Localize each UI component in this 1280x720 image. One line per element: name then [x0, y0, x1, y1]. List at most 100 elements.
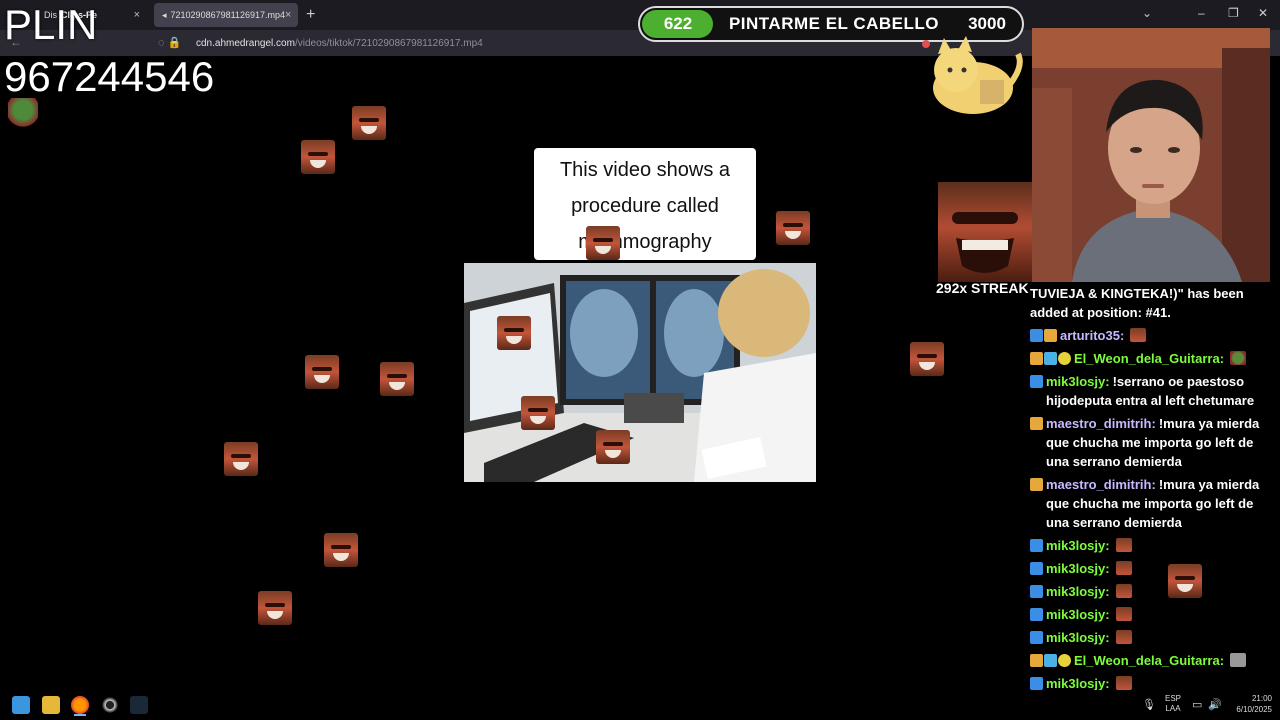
- goal-target: 3000: [968, 14, 1006, 33]
- prime-badge-icon: [1030, 585, 1043, 598]
- chat-message: mik3losjy: !serrano oe paestoso hijodeput…: [1030, 372, 1280, 410]
- maximize-icon[interactable]: ❐: [1228, 6, 1239, 20]
- new-tab-button[interactable]: +: [306, 6, 315, 24]
- chat-username[interactable]: maestro_dimitrih:: [1046, 477, 1156, 492]
- chat-username[interactable]: mik3losjy:: [1046, 630, 1110, 645]
- chat-username[interactable]: mik3losjy:: [1046, 538, 1110, 553]
- laughing-emote-icon: [1115, 607, 1132, 621]
- chat-username[interactable]: mik3losjy:: [1046, 676, 1110, 691]
- caption-line-1: This video shows a: [559, 159, 731, 181]
- chat-badges: [1030, 677, 1043, 690]
- close-window-icon[interactable]: ✕: [1258, 6, 1268, 20]
- big-emote-image: [938, 182, 1032, 282]
- goal-current: 622: [663, 14, 693, 33]
- chat-username[interactable]: mik3losjy:: [1046, 607, 1110, 622]
- video-frame[interactable]: [464, 263, 816, 482]
- crown-badge-icon: [1030, 417, 1043, 430]
- obs-icon[interactable]: [101, 696, 119, 714]
- emote-sticker: [324, 533, 358, 567]
- windows-start-icon[interactable]: [12, 696, 30, 714]
- chat-badges: [1030, 417, 1043, 430]
- video-scene: [464, 263, 816, 482]
- chat-text: TUVIEJA & KINGTEKA!)" has been added at …: [1030, 286, 1244, 320]
- chat-message: maestro_dimitrih: !mura ya mierda que chu…: [1030, 414, 1280, 471]
- emote-sticker: [301, 140, 335, 174]
- tab-video[interactable]: ◂ 7210290867981126917.mp4 ×: [154, 3, 298, 27]
- chat-username[interactable]: mik3losjy:: [1046, 584, 1110, 599]
- monitor-icon[interactable]: ▭: [1192, 698, 1202, 711]
- speaker-icon: ◂: [162, 9, 167, 20]
- crown-badge-icon: [1030, 654, 1043, 667]
- chat-message: mik3losjy:: [1030, 536, 1280, 555]
- chat-message-body: maestro_dimitrih: !mura ya mierda que chu…: [1046, 475, 1280, 532]
- laughing-emote-icon: [1115, 584, 1132, 598]
- chat-message: El_Weon_dela_Guitarra:: [1030, 349, 1280, 368]
- taskbar: [0, 690, 1280, 720]
- streak-label: 292x STREAK: [936, 280, 1029, 296]
- microphone-icon[interactable]: 🎙: [1142, 698, 1156, 711]
- laughing-emote-icon: [1115, 561, 1132, 575]
- chat-message: maestro_dimitrih: !mura ya mierda que chu…: [1030, 475, 1280, 532]
- url-domain: cdn.ahmedrangel.com: [196, 38, 295, 49]
- prime-badge-icon: [1030, 608, 1043, 621]
- chat-badges: [1030, 631, 1043, 644]
- webcam-scene: [1032, 28, 1270, 282]
- chat-badges: [1030, 585, 1043, 598]
- clock-time: 21:00: [1251, 694, 1272, 703]
- tab-close-icon[interactable]: ×: [285, 9, 291, 21]
- chat-message: TUVIEJA & KINGTEKA!)" has been added at …: [1030, 284, 1280, 322]
- chat-message-body: El_Weon_dela_Guitarra:: [1074, 651, 1247, 670]
- laughing-face-icon: [952, 212, 1018, 273]
- chat-badges: [1030, 352, 1071, 365]
- shield-lock-icon[interactable]: ◌ 🔒: [158, 36, 181, 49]
- chat-panel: TUVIEJA & KINGTEKA!)" has been added at …: [1030, 284, 1280, 720]
- gift-badge-icon: [1044, 654, 1057, 667]
- crown-badge-icon: [1030, 478, 1043, 491]
- emote-sticker: [776, 211, 810, 245]
- chat-username[interactable]: arturito35:: [1060, 328, 1124, 343]
- laughing-emote-icon: [1115, 676, 1132, 690]
- emote-sticker: [258, 591, 292, 625]
- tab-close-icon[interactable]: ×: [134, 9, 140, 21]
- steam-icon[interactable]: [130, 696, 148, 714]
- prime-badge-icon: [1030, 329, 1043, 342]
- chat-message-body: arturito35:: [1060, 326, 1147, 345]
- chat-username[interactable]: mik3losjy:: [1046, 561, 1110, 576]
- chat-message: mik3losjy:: [1030, 628, 1280, 647]
- chat-message-body: El_Weon_dela_Guitarra:: [1074, 349, 1247, 368]
- system-clock[interactable]: 21:00 6/10/2025: [1226, 693, 1272, 715]
- cat-sticker-icon: [922, 36, 1023, 114]
- chat-username[interactable]: maestro_dimitrih:: [1046, 416, 1156, 431]
- chat-badges: [1030, 329, 1057, 342]
- chat-message-body: mik3losjy:: [1046, 628, 1132, 647]
- webcam-feed: [1032, 28, 1270, 282]
- frog-emote-icon: [1230, 351, 1247, 365]
- caption-line-2: procedure called: [571, 195, 719, 217]
- language-indicator[interactable]: ESP LAA: [1162, 694, 1184, 714]
- gift-badge-icon: [1044, 352, 1057, 365]
- caption-line-3: mammography: [578, 231, 712, 253]
- prime-badge-icon: [1030, 677, 1043, 690]
- info-badge-icon: [1058, 352, 1071, 365]
- volume-icon[interactable]: 🔊: [1208, 698, 1222, 711]
- chat-username[interactable]: El_Weon_dela_Guitarra:: [1074, 351, 1224, 366]
- url-text[interactable]: cdn.ahmedrangel.com/videos/tiktok/721029…: [196, 38, 483, 49]
- laughing-emote-icon: [1115, 538, 1132, 552]
- chat-message-body: mik3losjy:: [1046, 536, 1132, 555]
- crown-badge-icon: [1030, 352, 1043, 365]
- firefox-icon[interactable]: [71, 696, 89, 714]
- file-explorer-icon[interactable]: [42, 696, 60, 714]
- chat-username[interactable]: mik3losjy:: [1046, 374, 1110, 389]
- chat-message-body: mik3losjy:: [1046, 605, 1132, 624]
- chat-message: mik3losjy:: [1030, 605, 1280, 624]
- chat-message-body: mik3losjy: !serrano oe paestoso hijodeput…: [1046, 372, 1280, 410]
- url-path: /videos/tiktok/7210290867981126917.mp4: [294, 38, 483, 49]
- chat-username[interactable]: El_Weon_dela_Guitarra:: [1074, 653, 1224, 668]
- tab-list-icon[interactable]: ⌄: [1142, 6, 1152, 20]
- emote-sticker: [497, 316, 531, 350]
- chat-badges: [1030, 562, 1043, 575]
- emote-sticker: [305, 355, 339, 389]
- chat-badges: [1030, 375, 1043, 388]
- minimize-icon[interactable]: –: [1198, 6, 1205, 20]
- emote-sticker: [380, 362, 414, 396]
